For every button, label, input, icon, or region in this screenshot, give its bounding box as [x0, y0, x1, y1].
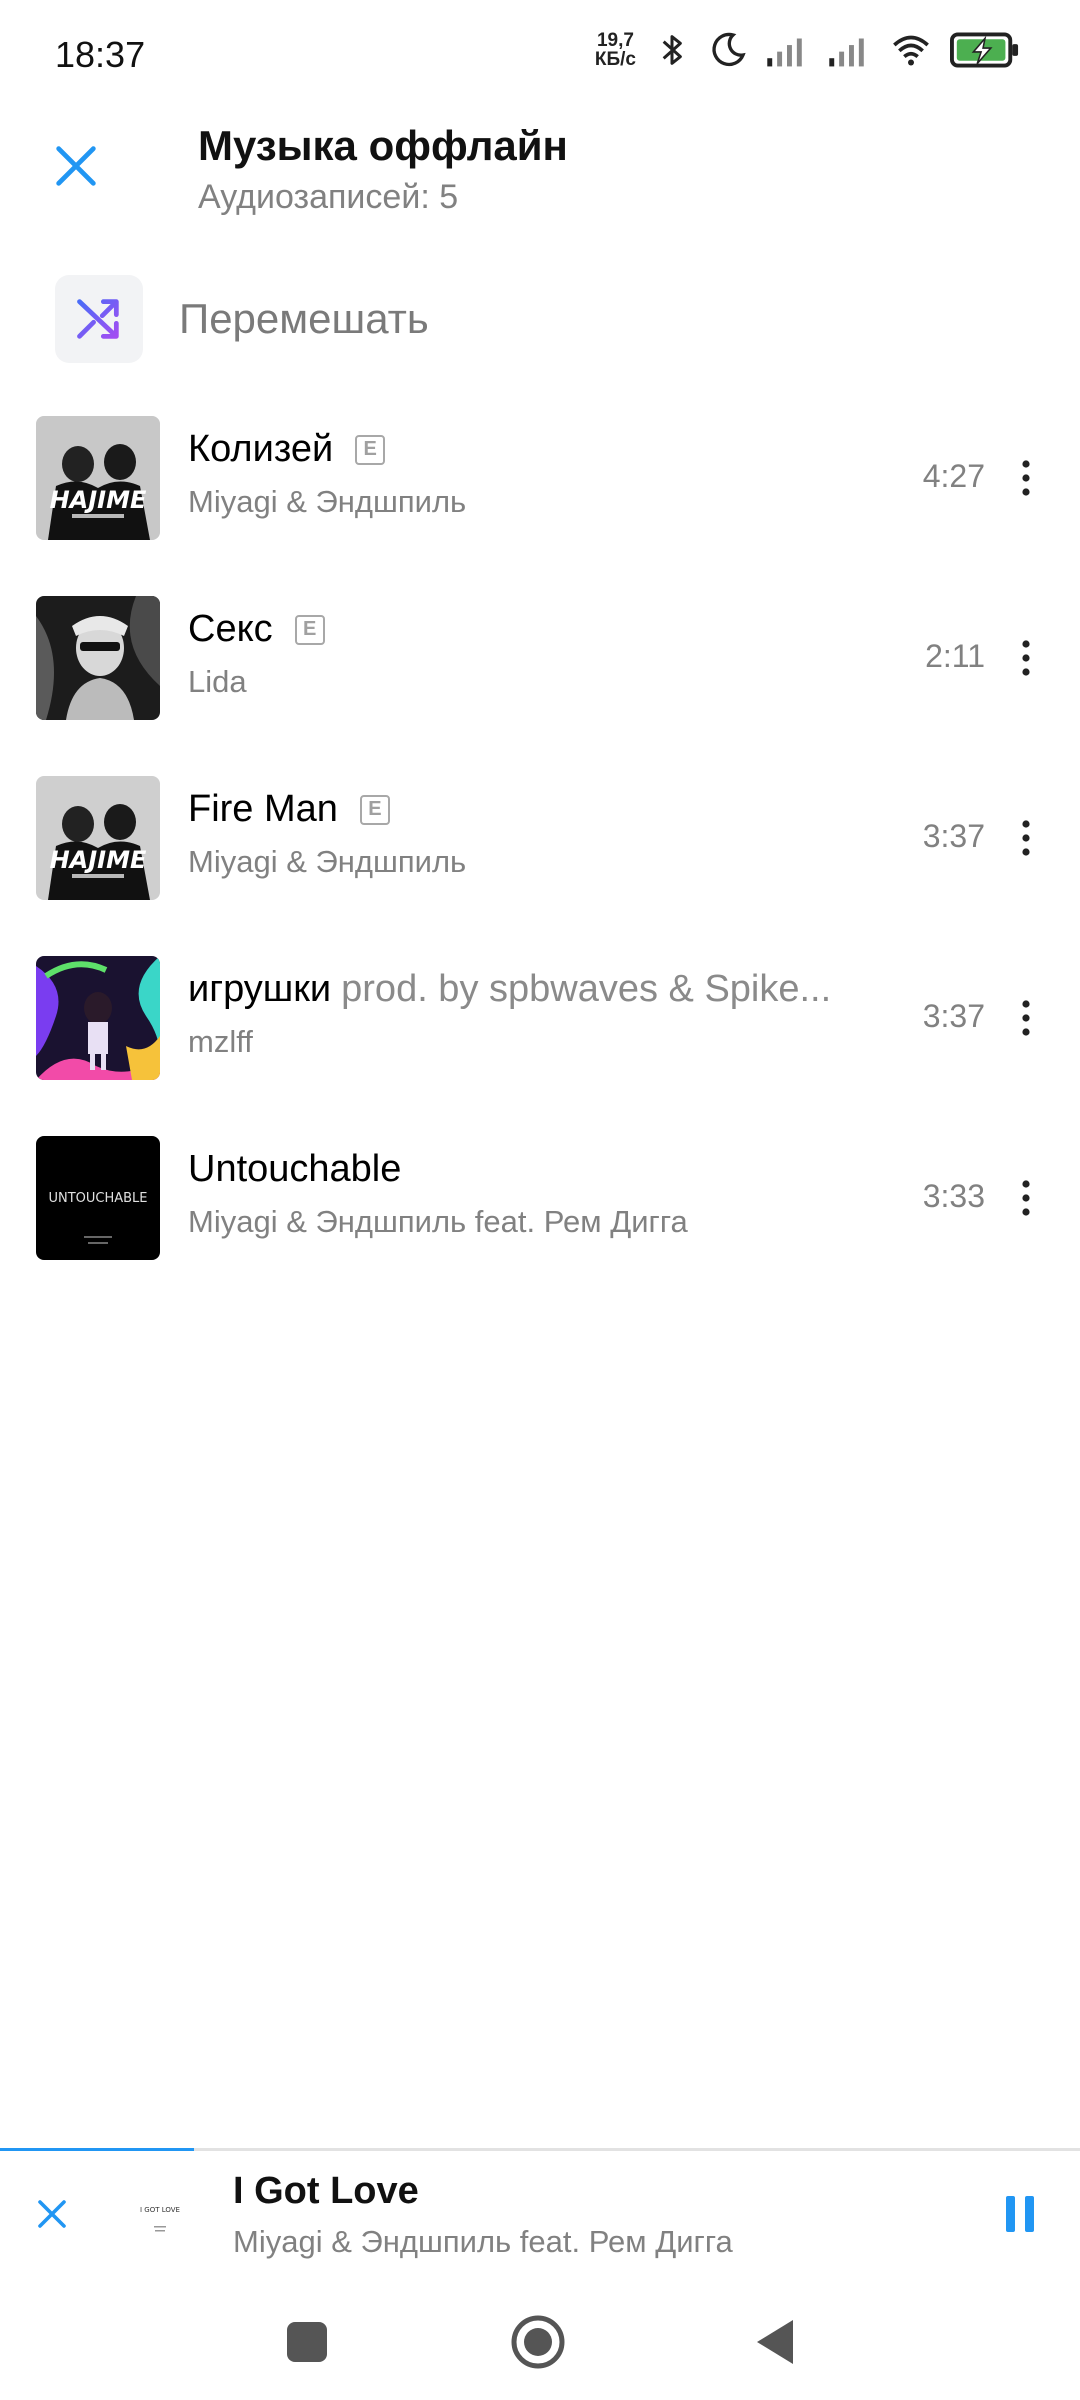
close-icon[interactable] [50, 140, 102, 192]
track-artist: Lida [188, 664, 247, 699]
svg-text:I GOT LOVE: I GOT LOVE [140, 2206, 180, 2214]
track-artist: Miyagi & Эндшпиль [188, 484, 467, 519]
album-cover: UNTOUCHABLE [36, 1136, 160, 1260]
bluetooth-icon [662, 35, 682, 65]
explicit-badge: E [294, 614, 325, 645]
more-options-icon[interactable] [1008, 458, 1044, 498]
track-duration: 2:11 [925, 638, 985, 674]
close-icon[interactable] [34, 2196, 70, 2232]
album-cover [36, 596, 160, 720]
back-icon[interactable] [745, 2312, 805, 2372]
more-options-icon[interactable] [1008, 638, 1044, 678]
track-title: Колизей E [188, 428, 386, 471]
track-title: Секс E [188, 608, 325, 651]
album-cover: HAJIME [36, 416, 160, 540]
track-artist: Miyagi & Эндшпиль feat. Рем Дигга [188, 1204, 688, 1239]
untouchable-cover: UNTOUCHABLE [36, 1136, 160, 1260]
signal-icon [767, 38, 802, 67]
track-row[interactable]: HAJIME Колизей E Miyagi & Эндшпиль 4:27 [0, 380, 1080, 560]
track-title-text: Колизей [188, 428, 334, 470]
more-options-icon[interactable] [1008, 818, 1044, 858]
track-title-suffix: prod. by spbwaves & Spike... [341, 968, 832, 1010]
more-options-icon[interactable] [1008, 1178, 1044, 1218]
recents-icon[interactable] [277, 2312, 337, 2372]
pause-icon[interactable] [1000, 2192, 1040, 2236]
shuffle-icon [77, 299, 119, 339]
track-duration: 3:37 [922, 818, 985, 854]
track-title: Untouchable [188, 1148, 401, 1191]
now-playing-artist: Miyagi & Эндшпиль feat. Рем Дигга [233, 2224, 733, 2259]
track-title: Fire Man E [188, 788, 390, 831]
svg-text:HAJIME: HAJIME [50, 486, 147, 514]
album-cover: HAJIME [36, 776, 160, 900]
network-speed: 19,7 КБ/с [595, 31, 636, 69]
svg-text:HAJIME: HAJIME [50, 846, 147, 874]
lida-cover [36, 596, 160, 720]
track-duration: 4:27 [922, 458, 985, 494]
track-row[interactable]: UNTOUCHABLE Untouchable Miyagi & Эндшпил… [0, 1100, 1080, 1280]
page-title: Музыка оффлайн [198, 122, 568, 169]
home-icon[interactable] [508, 2312, 568, 2372]
track-row[interactable]: игрушки prod. by spbwaves & Spike... mzl… [0, 920, 1080, 1100]
shuffle-label: Перемешать [179, 295, 429, 342]
track-count: Аудиозаписей: 5 [198, 178, 459, 216]
mini-player[interactable]: I GOT LOVE I Got Love Miyagi & Эндшпиль … [0, 2148, 1080, 2300]
network-speed-value: 19,7 [596, 30, 634, 51]
hajime-cover: HAJIME [36, 416, 160, 540]
battery-charging-icon [950, 32, 1019, 68]
progress-bar [0, 2148, 195, 2151]
status-time: 18:37 [55, 34, 146, 75]
hajime-cover: HAJIME [36, 776, 160, 900]
now-playing-title: I Got Love [233, 2170, 419, 2212]
wifi-icon [893, 35, 929, 66]
album-cover [36, 956, 160, 1080]
svg-text:UNTOUCHABLE: UNTOUCHABLE [48, 1191, 147, 1206]
track-row[interactable]: HAJIME Fire Man E Miyagi & Эндшпиль 3:37 [0, 740, 1080, 920]
status-icons: 19,7 КБ/с [595, 30, 1020, 70]
system-nav-bar [0, 2300, 1080, 2400]
track-title-text: Untouchable [188, 1148, 402, 1190]
track-artist: mzlff [188, 1024, 253, 1059]
track-title-text: игрушки [188, 968, 332, 1010]
explicit-badge: E [359, 794, 390, 825]
signal-icon [829, 38, 864, 67]
track-duration: 3:37 [922, 998, 985, 1034]
track-title: игрушки prod. by spbwaves & Spike... [188, 968, 831, 1011]
explicit-badge: E [355, 434, 386, 465]
status-bar: 18:37 19,7 КБ/с [0, 0, 1080, 110]
track-title-text: Секс [188, 608, 273, 650]
igrushki-cover [36, 956, 160, 1080]
network-speed-unit: КБ/с [594, 49, 636, 70]
track-title-text: Fire Man [188, 788, 338, 830]
moon-icon [712, 32, 746, 67]
now-playing-cover: I GOT LOVE [128, 2182, 192, 2246]
track-duration: 3:33 [922, 1178, 985, 1214]
shuffle-icon-box [55, 275, 143, 363]
track-artist: Miyagi & Эндшпиль [188, 844, 467, 879]
shuffle-button[interactable]: Перемешать [55, 275, 429, 363]
more-options-icon[interactable] [1008, 998, 1044, 1038]
track-row[interactable]: Секс E Lida 2:11 [0, 560, 1080, 740]
